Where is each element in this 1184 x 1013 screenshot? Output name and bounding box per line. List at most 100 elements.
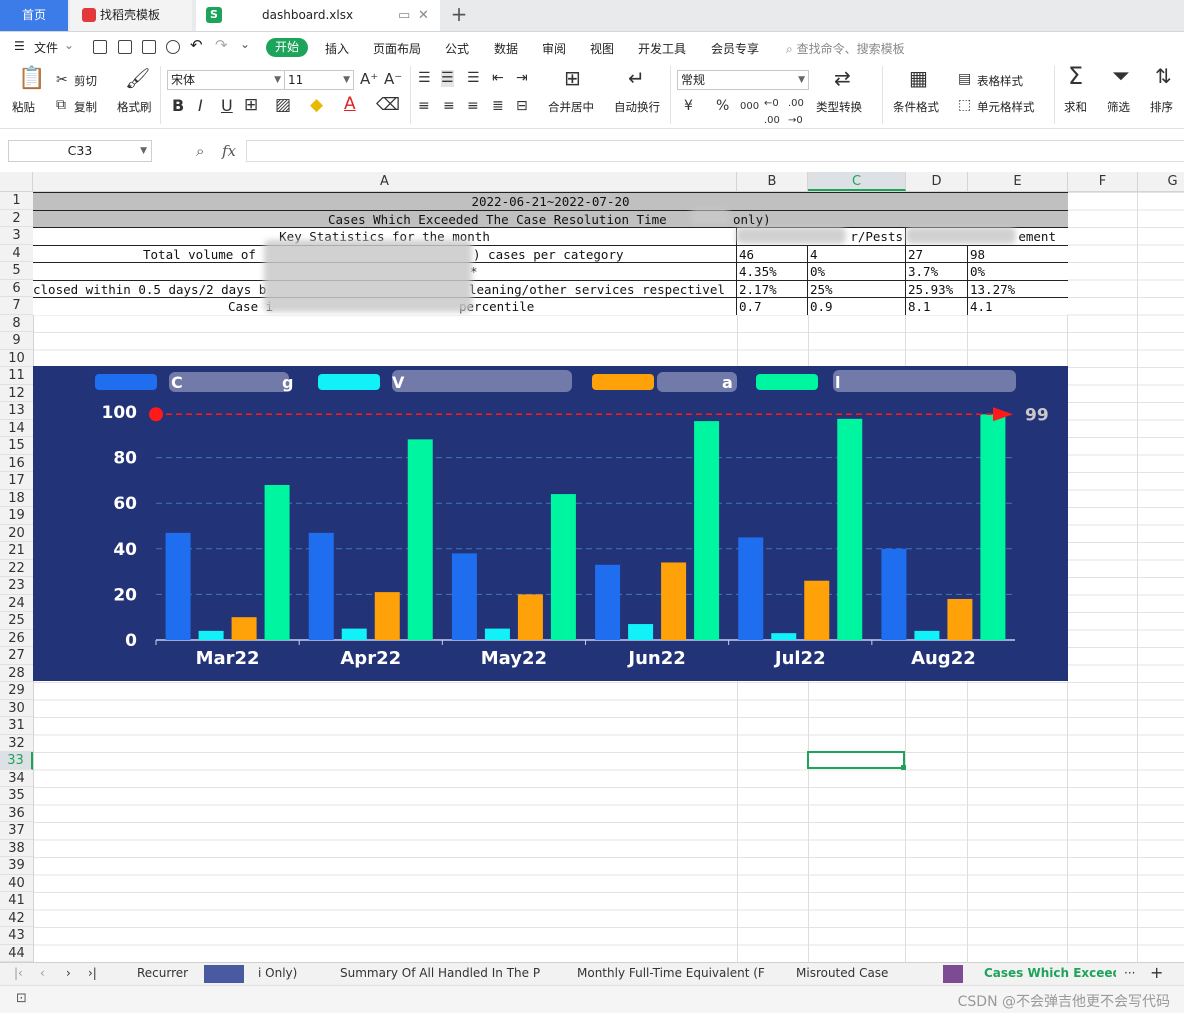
align-bottom-icon[interactable]: ☰ (467, 70, 480, 87)
tab-dashboard-file[interactable]: S dashboard.xlsx ▭ ✕ (196, 0, 440, 31)
sheet-tab-color[interactable] (204, 965, 244, 983)
decrease-font-icon[interactable]: A⁻ (384, 71, 402, 88)
command-search[interactable]: ⌕ 查找命令、搜索模板 (786, 40, 905, 57)
hamburger-icon[interactable]: ☰ (14, 39, 25, 53)
row-header[interactable]: 36 (0, 805, 33, 822)
next-sheet-icon[interactable]: › (66, 966, 71, 980)
increase-font-icon[interactable]: A⁺ (360, 71, 378, 88)
table-style-button[interactable]: 表格样式 (977, 73, 1023, 89)
border-icon[interactable]: ⊞ (244, 97, 258, 114)
row-header[interactable]: 40 (0, 875, 33, 892)
align-right-icon[interactable]: ≡ (467, 98, 479, 115)
italic-button[interactable]: I (198, 97, 203, 114)
row-header[interactable]: 2 (0, 210, 33, 227)
close-tab-icon[interactable]: ✕ (418, 0, 429, 31)
row-header[interactable]: 32 (0, 735, 33, 752)
table-value-cell[interactable]: 25% (808, 279, 906, 297)
merge-cells-icon[interactable]: ⊞ (564, 68, 581, 88)
fill-color-icon[interactable]: ◆ (310, 97, 323, 114)
row-header[interactable]: 29 (0, 682, 33, 700)
tab-home[interactable]: 首页 (0, 0, 68, 31)
row-header[interactable]: 42 (0, 910, 33, 927)
merge-center-button[interactable]: 合并居中 (548, 99, 594, 115)
number-format-select[interactable]: 常规 ▼ (677, 70, 809, 90)
font-color-icon[interactable]: A (344, 96, 356, 113)
row-header[interactable]: 18 (0, 490, 33, 507)
paste-icon[interactable]: 📋 (18, 68, 45, 90)
table-value-cell[interactable]: 98 (968, 244, 1068, 262)
format-painter-button[interactable]: 格式刷 (117, 99, 152, 115)
bold-button[interactable]: B (172, 97, 184, 114)
menu-item[interactable]: 会员专享 (711, 40, 759, 57)
font-size-select[interactable]: 11 ▼ (284, 70, 354, 90)
table-value-cell[interactable]: 27 (906, 244, 968, 262)
bar-chart[interactable]: Cg Va l 0 20 40 60 80 100 Mar22 Apr22 May22 Jun22 Jul… (33, 366, 1068, 681)
table-value-cell[interactable]: 4.35% (737, 262, 808, 280)
increase-decimal-icon[interactable]: ←0.00 (764, 95, 780, 129)
row-header[interactable]: 22 (0, 560, 33, 577)
copy-icon[interactable]: ⧉ (56, 97, 66, 114)
menu-item[interactable]: 页面布局 (373, 40, 421, 57)
row-header[interactable]: 25 (0, 612, 33, 630)
macro-record-icon[interactable]: ⊡ (16, 991, 27, 1006)
add-sheet-button[interactable]: + (1150, 963, 1163, 982)
sheet-tab-only[interactable]: i Only) (258, 966, 297, 980)
row-header[interactable]: 24 (0, 595, 33, 612)
row-header[interactable]: 39 (0, 857, 33, 875)
row-header[interactable]: 33 (0, 752, 33, 770)
row-header[interactable]: 38 (0, 840, 33, 857)
selected-cell-c33[interactable] (807, 751, 906, 770)
column-header-c[interactable]: C (808, 172, 906, 191)
align-middle-icon[interactable]: ☰ (441, 70, 454, 87)
row-header[interactable]: 6 (0, 280, 33, 297)
copy-button[interactable]: 复制 (74, 99, 97, 115)
scissors-icon[interactable]: ✂ (56, 72, 68, 89)
row-header[interactable]: 1 (0, 192, 33, 210)
row-header[interactable]: 41 (0, 892, 33, 910)
row-header[interactable]: 31 (0, 717, 33, 735)
sheet-tab-recurrer[interactable]: Recurrer (137, 966, 188, 980)
align-top-icon[interactable]: ☰ (418, 70, 431, 87)
menu-item[interactable]: 插入 (325, 40, 349, 57)
select-all-corner[interactable] (0, 172, 33, 191)
column-header-d[interactable]: D (906, 172, 968, 191)
row-header[interactable]: 30 (0, 700, 33, 717)
table-value-cell[interactable]: 46 (737, 244, 808, 262)
table-value-cell[interactable]: 4.1 (968, 297, 1068, 315)
column-header-a[interactable]: A (33, 172, 737, 191)
prev-sheet-icon[interactable]: ‹ (40, 966, 45, 980)
conditional-format-button[interactable]: 条件格式 (893, 99, 939, 115)
menu-item[interactable]: 审阅 (542, 40, 566, 57)
row-header[interactable]: 28 (0, 665, 33, 682)
row-header[interactable]: 16 (0, 455, 33, 472)
name-box[interactable]: C33 ▼ (8, 140, 152, 162)
quick-access-dropdown-icon[interactable]: ⌄ (240, 37, 250, 51)
row-header[interactable]: 37 (0, 822, 33, 840)
row-header[interactable]: 5 (0, 262, 33, 280)
row-header[interactable]: 10 (0, 350, 33, 367)
table-date-range[interactable]: 2022-06-21~2022-07-20 (33, 192, 1068, 210)
cut-button[interactable]: 剪切 (74, 73, 97, 89)
menu-item[interactable]: 视图 (590, 40, 614, 57)
undo-icon[interactable]: ↶ (190, 36, 203, 54)
align-left-icon[interactable]: ≡ (418, 98, 430, 115)
row-header[interactable]: 13 (0, 402, 33, 420)
row-header[interactable]: 12 (0, 385, 33, 402)
percent-button[interactable]: % (716, 98, 729, 115)
first-sheet-icon[interactable]: |‹ (14, 966, 23, 980)
sum-icon[interactable]: Σ (1068, 64, 1083, 88)
row-header[interactable]: 20 (0, 525, 33, 542)
row-header[interactable]: 4 (0, 245, 33, 262)
tab-template-store[interactable]: 找稻壳模板 (70, 0, 192, 31)
redo-icon[interactable]: ↷ (215, 36, 228, 54)
formula-input[interactable] (246, 140, 1184, 162)
new-tab-button[interactable]: + (448, 0, 470, 31)
align-center-icon[interactable]: ≡ (443, 98, 455, 115)
table-value-cell[interactable]: 0.7 (737, 297, 808, 315)
row-header[interactable]: 11 (0, 367, 33, 385)
cell-style-icon[interactable]: ⬚ (958, 97, 971, 114)
row-header[interactable]: 3 (0, 227, 33, 245)
chevron-down-icon[interactable]: ⌄ (64, 38, 74, 52)
print-preview-icon[interactable] (166, 40, 180, 54)
menu-file[interactable]: 文件 (34, 39, 58, 56)
